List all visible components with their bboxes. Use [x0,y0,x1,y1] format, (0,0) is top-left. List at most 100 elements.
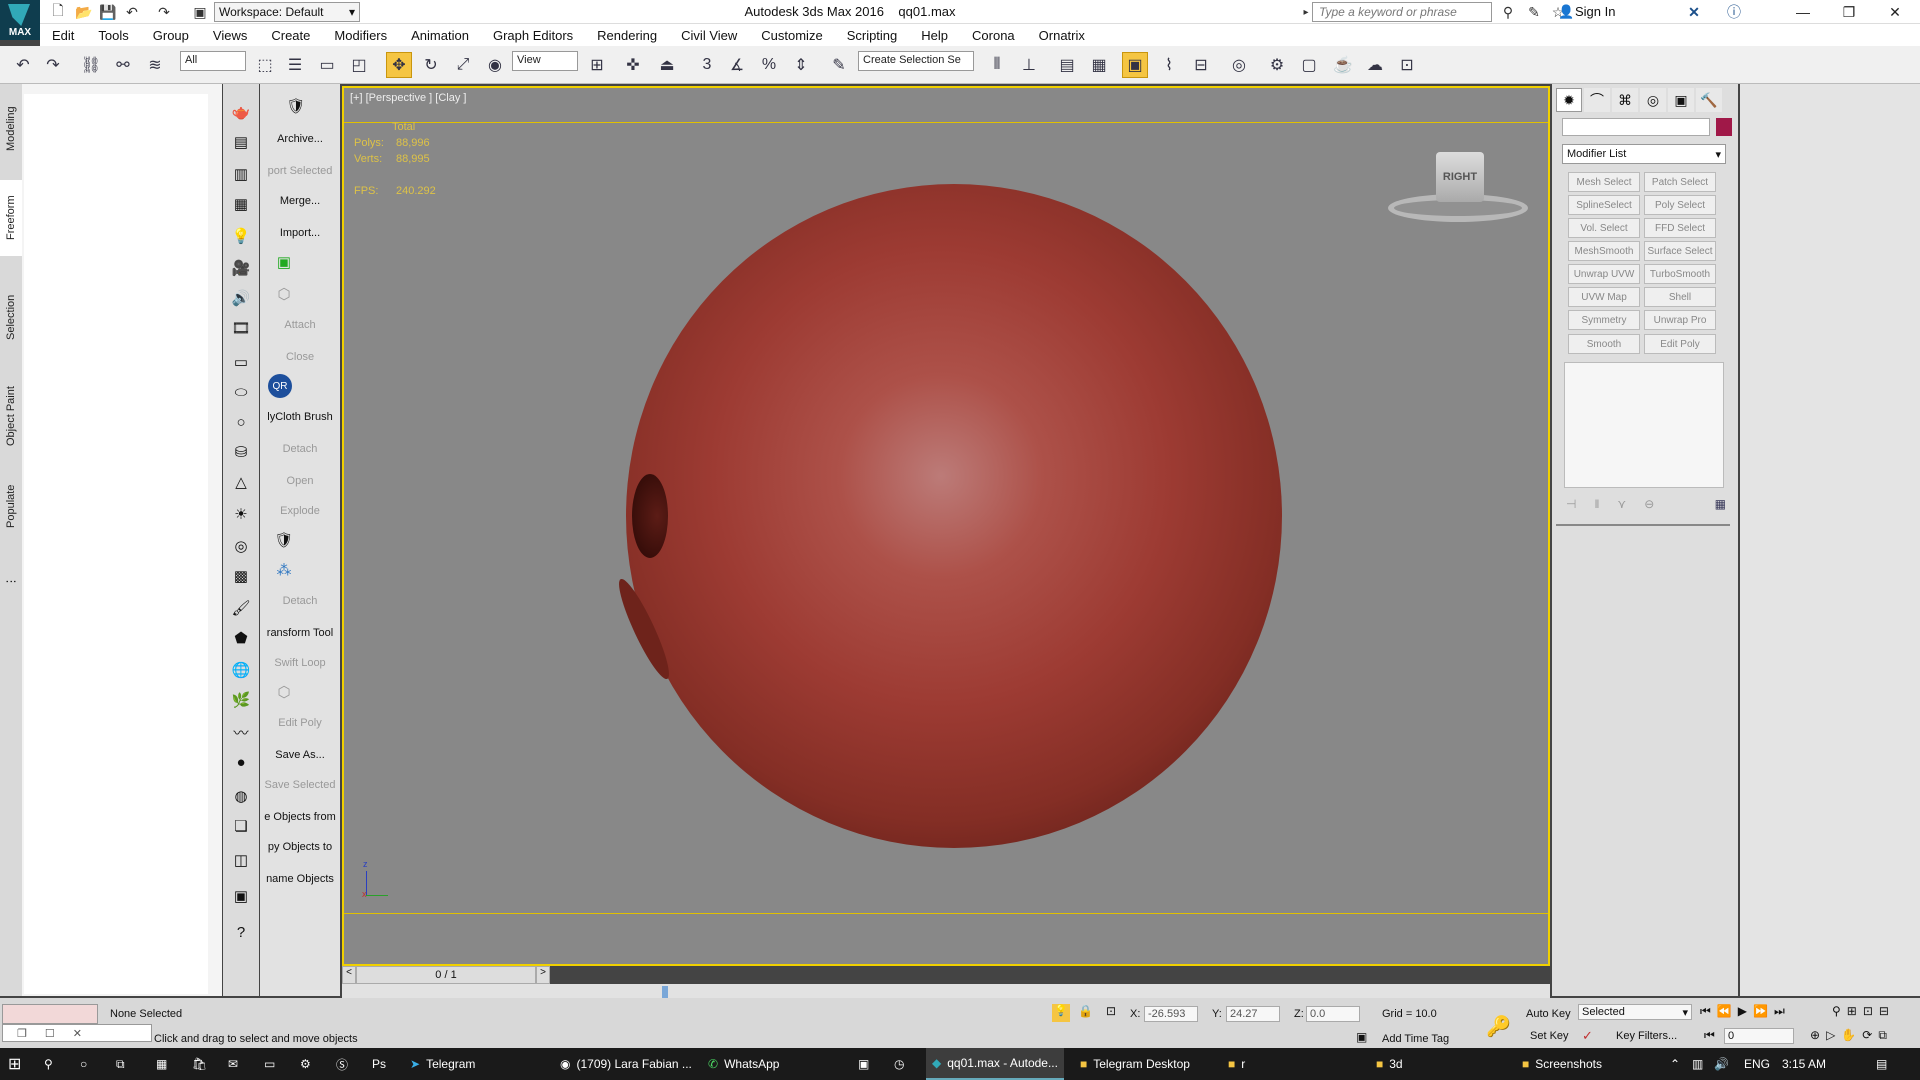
time-config-icon[interactable]: ⊕ [1810,1028,1820,1043]
tab-freeform[interactable]: Freeform [0,180,22,256]
key-filters-button[interactable]: Key Filters... [1616,1030,1677,1042]
align-icon[interactable]: ⊥ [1016,52,1042,78]
schematic-view-icon[interactable]: ⊟ [1188,52,1214,78]
object-color-swatch[interactable] [1716,118,1732,136]
taskbar-telegram-desktop[interactable]: ■ Telegram Desktop [1080,1048,1190,1080]
cone-icon[interactable]: △ [229,470,253,494]
explode-button[interactable]: Explode [260,500,340,522]
tab-modeling[interactable]: Modeling [0,96,22,162]
desktop-icon[interactable]: ▭ [264,1048,275,1080]
key-icon[interactable]: 🔑 [1486,1014,1511,1039]
film-icon[interactable]: 🎞 [229,316,253,340]
settings-icon[interactable]: ▣ [229,884,253,908]
save-selected-button[interactable]: Save Selected [260,774,340,796]
window-crossing-icon[interactable]: ◰ [346,52,372,78]
sun-icon[interactable]: ☀ [229,502,253,526]
rename-objects-button[interactable]: name Objects [260,868,340,890]
tab-populate[interactable]: Populate [0,474,22,538]
ornament-icon[interactable]: ◍ [229,784,253,808]
viewcube-face[interactable]: RIGHT [1436,152,1484,202]
volume-icon[interactable]: 🔊 [1714,1048,1729,1080]
percent-snap-icon[interactable]: % [756,52,782,78]
isolate-selection-icon[interactable]: 💡 [1052,1004,1070,1022]
unlink-icon[interactable]: ⚯ [110,52,136,78]
poly-select-button[interactable]: Poly Select [1644,195,1716,215]
viewport-canvas[interactable]: Total Polys: 88,996 Verts: 88,995 FPS: 2… [344,121,1548,914]
taskbar-chrome[interactable]: ◉ (1709) Lara Fabian ... [560,1048,692,1080]
ball-icon[interactable]: ● [229,750,253,774]
snaps-toggle-icon[interactable]: 3 [694,52,720,78]
skype-icon[interactable]: Ⓢ [336,1048,348,1080]
menu-animation[interactable]: Animation [399,28,481,43]
subscription-icon[interactable]: ✎ [1524,2,1544,22]
workspace-dropdown[interactable]: Workspace: Default ▾ [214,2,360,22]
store-icon[interactable]: 🛍 [192,1048,207,1080]
zoom-icon[interactable]: ⚲ [1832,1004,1841,1018]
menu-edit[interactable]: Edit [40,28,86,43]
render-iterative-icon[interactable]: ☁ [1362,52,1388,78]
taskbar-folder-3d[interactable]: ■ 3d [1376,1048,1403,1080]
start-icon[interactable]: ⊞ [8,1048,21,1080]
bowling-ball-model[interactable] [611,184,1282,848]
archive-icon[interactable]: ▥ [229,162,253,186]
tab-selection[interactable]: Selection [0,284,22,350]
object-name-field[interactable] [1562,118,1710,136]
maximize-icon[interactable]: ☐ [45,1027,55,1040]
taskbar-folder-r[interactable]: ■ r [1228,1048,1245,1080]
toggle-ribbon-icon[interactable]: ▦ [1086,52,1112,78]
copy-objects-to-button[interactable]: py Objects to [260,836,340,858]
disc-icon[interactable]: ⬭ [229,380,253,404]
next-key-icon[interactable]: ⏩ [1753,1004,1768,1019]
symmetry-button[interactable]: Symmetry [1568,310,1640,330]
light-icon[interactable]: 💡 [229,224,253,248]
menu-views[interactable]: Views [201,28,259,43]
menu-group[interactable]: Group [141,28,201,43]
menu-corona[interactable]: Corona [960,28,1027,43]
question-icon[interactable]: ? [229,920,253,944]
brush-icon[interactable]: 🖌 [229,596,253,620]
tab-object-paint[interactable]: Object Paint [0,374,22,458]
remove-modifier-icon[interactable]: ⊖ [1644,497,1654,511]
close-button[interactable]: ✕ [1872,0,1918,24]
photoshop-icon[interactable]: Ps [372,1048,386,1080]
mail-icon[interactable]: ✉ [228,1048,238,1080]
menu-ornatrix[interactable]: Ornatrix [1027,28,1097,43]
qr-icon[interactable]: QR [268,374,292,398]
time-tag-icon[interactable]: ▣ [1356,1030,1367,1044]
z-coordinate-field[interactable]: 0.0 [1306,1006,1360,1022]
undo-icon[interactable]: ↶ [10,52,36,78]
render-production-icon[interactable]: ☕ [1330,52,1356,78]
modify-tab-icon[interactable]: ⌒ [1584,88,1610,112]
calculator-icon[interactable]: ▦ [156,1048,167,1080]
viewcube[interactable]: RIGHT [1388,152,1528,232]
track-marker[interactable] [662,986,668,998]
menu-create[interactable]: Create [259,28,322,43]
maxscript-listener[interactable] [2,1004,98,1024]
select-and-scale-icon[interactable]: ⤢ [450,52,476,78]
smooth-button[interactable]: Smooth [1568,334,1640,354]
scene-explorer-list[interactable] [24,94,208,994]
unwrap-uvw-button[interactable]: Unwrap UVW [1568,264,1640,284]
taskbar-screenshots[interactable]: ■ Screenshots [1522,1048,1602,1080]
render-setup-icon[interactable]: ⚙ [1264,52,1290,78]
a360-render-icon[interactable]: ⊡ [1394,52,1420,78]
taskbar-telegram[interactable]: ➤ Telegram [410,1048,475,1080]
detach-button[interactable]: Detach [260,438,340,460]
task-view-icon[interactable]: ⧉ [116,1048,125,1080]
search-input[interactable]: Type a keyword or phrase [1312,2,1492,22]
swift-loop-button[interactable]: Swift Loop [260,652,340,674]
meshsmooth-button[interactable]: MeshSmooth [1568,241,1640,261]
select-and-move-icon[interactable]: ✥ [386,52,412,78]
modifier-stack[interactable] [1564,362,1724,488]
restore-icon[interactable]: ❐ [17,1027,27,1040]
menu-modifiers[interactable]: Modifiers [322,28,399,43]
grid-icon[interactable]: ▩ [229,564,253,588]
key-mode-dropdown[interactable]: Selected ▾ [1578,1004,1692,1020]
uvw-map-button[interactable]: UVW Map [1568,287,1640,307]
current-frame-field[interactable]: 0 [1724,1028,1794,1044]
hair-icon[interactable]: 〰 [229,720,253,744]
display-tab-icon[interactable]: ▣ [1668,88,1694,112]
save-file-icon[interactable]: 💾 [98,2,118,22]
spinner-snap-icon[interactable]: ⇕ [788,52,814,78]
mesh-select-button[interactable]: Mesh Select [1568,172,1640,192]
